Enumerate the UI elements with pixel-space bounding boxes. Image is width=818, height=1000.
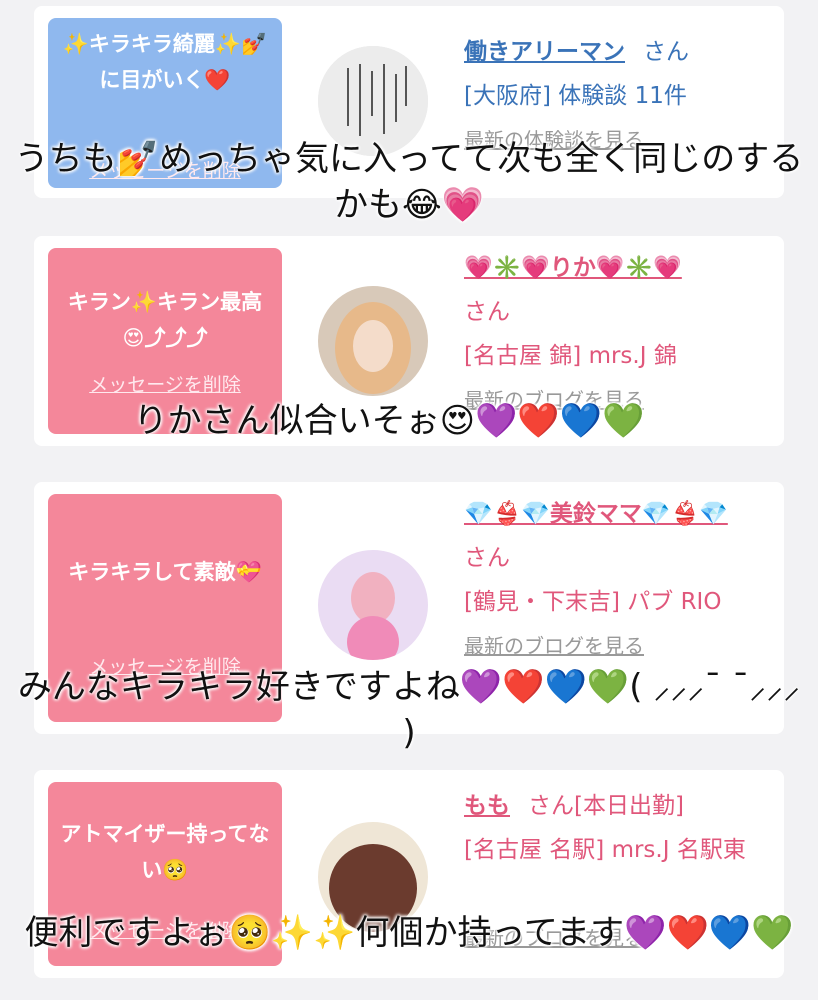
username-link[interactable]: 💎👙💎美鈴ママ💎👙💎	[464, 492, 764, 536]
honorific: さん	[643, 39, 689, 65]
user-info: 💗✳️💗りか💗✳️💗 さん [名古屋 錦] mrs.J 錦 最新のブログを見る	[464, 246, 764, 422]
delete-message-link[interactable]: メッセージを削除	[48, 372, 282, 398]
honorific: さん[本日出勤]	[528, 793, 684, 819]
message-text: キラン✨キラン最高😍⤴⤴⤴	[67, 290, 263, 350]
user-meta: [大阪府] 体験談 11件	[464, 83, 687, 109]
overlay-caption-3: みんなキラキラ好きですよね💜❤️💙💚( ⸝⸝⸝¯ ¯⸝⸝⸝ )	[17, 667, 801, 753]
avatar[interactable]	[318, 286, 428, 396]
honorific: さん	[464, 545, 510, 571]
overlay-caption-1: うちも💅めっちゃ気に入ってて次も全く同じのするかも😂💗	[14, 139, 804, 225]
user-meta: [名古屋 名駅] mrs.J 名駅東	[464, 837, 746, 863]
overlay-caption-4: 便利ですよぉ🥺✨✨何個か持ってます💜❤️💙💚	[24, 913, 794, 953]
message-text: ✨キラキラ綺麗✨💅に目がいく❤️	[62, 32, 268, 92]
avatar[interactable]	[318, 550, 428, 660]
username-link[interactable]: 💗✳️💗りか💗✳️💗	[464, 246, 764, 290]
message-text: アトマイザー持ってない🥺	[60, 822, 270, 882]
profile-photo	[318, 550, 428, 660]
profile-photo	[318, 286, 428, 396]
user-info: 💎👙💎美鈴ママ💎👙💎 さん [鶴見・下末吉] パブ RIO 最新のブログを見る	[464, 492, 764, 668]
message-text: キラキラして素敵💝	[68, 560, 262, 584]
user-meta: [名古屋 錦] mrs.J 錦	[464, 343, 677, 369]
user-meta: [鶴見・下末吉] パブ RIO	[464, 589, 722, 615]
latest-post-link[interactable]: 最新のブログを見る	[464, 624, 764, 668]
username-link[interactable]: もも	[464, 793, 510, 819]
honorific: さん	[464, 299, 510, 325]
username-link[interactable]: 働きアリーマン	[464, 39, 625, 65]
overlay-caption-2: りかさん似合いそぉ😍💜❤️💙💚	[133, 401, 645, 441]
